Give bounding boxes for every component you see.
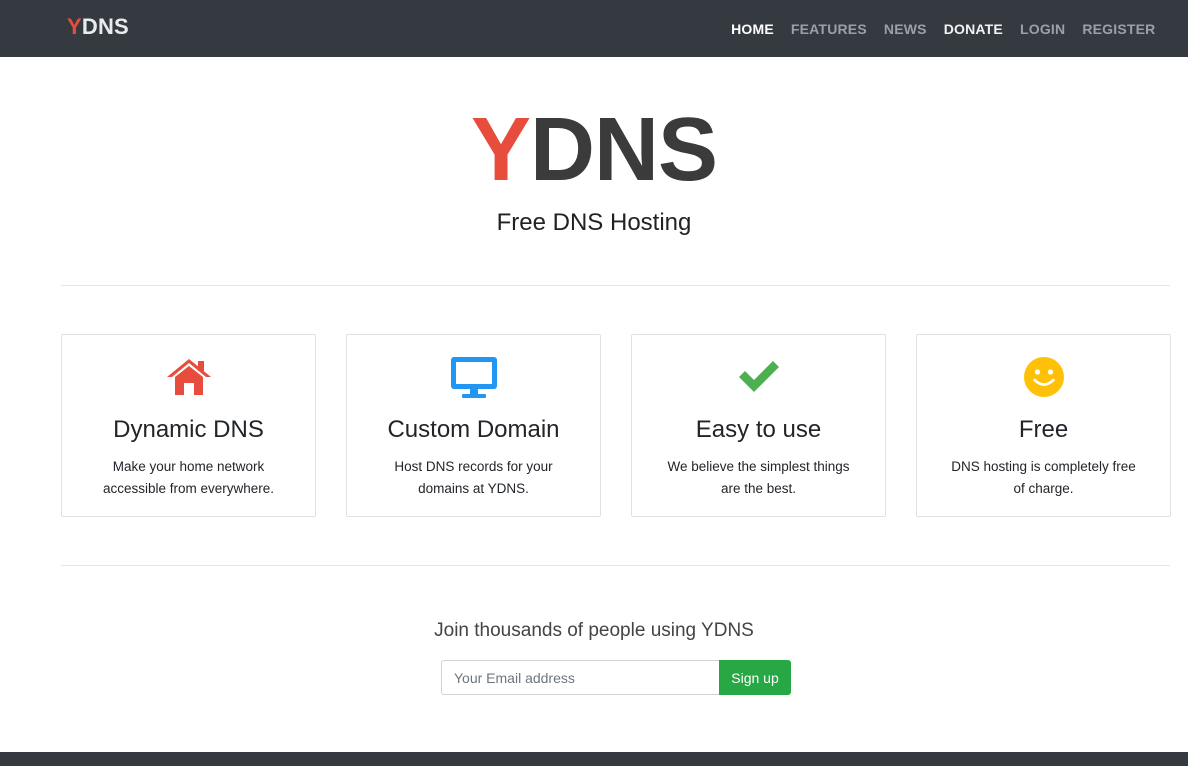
email-input[interactable] xyxy=(441,660,719,695)
hero-logo-y: Y xyxy=(470,100,531,200)
nav-donate-link[interactable]: DONATE xyxy=(935,21,1011,37)
feature-cards: Dynamic DNS Make your home network acces… xyxy=(61,334,1171,517)
nav-news-link[interactable]: NEWS xyxy=(875,21,935,37)
feature-description: Host DNS records for your domains at YDN… xyxy=(394,459,553,496)
feature-title: Easy to use xyxy=(695,416,822,443)
check-icon xyxy=(632,355,885,399)
hero-subtitle: Free DNS Hosting xyxy=(496,209,692,236)
footer xyxy=(0,752,1188,766)
brand-letters-dns: DNS xyxy=(81,14,129,39)
feature-description: Make your home network accessible from e… xyxy=(102,459,275,496)
smiley-icon xyxy=(917,355,1170,399)
monitor-icon xyxy=(347,355,600,399)
nav-links: HOME FEATURES NEWS DONATE LOGIN REGISTER xyxy=(723,0,1164,57)
feature-title: Dynamic DNS xyxy=(113,416,264,443)
feature-title: Custom Domain xyxy=(387,416,560,443)
brand-letter-y: Y xyxy=(67,14,82,39)
feature-title: Free xyxy=(1018,416,1069,443)
nav-home-link[interactable]: HOME xyxy=(723,21,783,37)
home-icon xyxy=(62,355,315,399)
feature-card-free: Free DNS hosting is completely free of c… xyxy=(916,334,1171,517)
brand-logo-link[interactable]: YDNS xyxy=(67,14,129,40)
feature-description: DNS hosting is completely free of charge… xyxy=(951,459,1136,496)
feature-card-dynamic-dns: Dynamic DNS Make your home network acces… xyxy=(61,334,316,517)
feature-description: We believe the simplest things are the b… xyxy=(667,459,850,496)
signup-button[interactable]: Sign up xyxy=(719,660,791,695)
hero-logo: YDNS xyxy=(0,102,1188,198)
feature-card-easy-to-use: Easy to use We believe the simplest thin… xyxy=(631,334,886,517)
divider-bottom xyxy=(61,565,1170,566)
divider-top xyxy=(61,285,1170,286)
signup-heading: Join thousands of people using YDNS xyxy=(434,620,754,641)
nav-register-link[interactable]: REGISTER xyxy=(1074,21,1164,37)
feature-card-custom-domain: Custom Domain Host DNS records for your … xyxy=(346,334,601,517)
nav-login-link[interactable]: LOGIN xyxy=(1011,21,1073,37)
signup-form: Sign up xyxy=(441,660,791,695)
nav-features-link[interactable]: FEATURES xyxy=(782,21,875,37)
top-navbar: YDNS HOME FEATURES NEWS DONATE LOGIN REG… xyxy=(0,0,1188,57)
hero-logo-dns: DNS xyxy=(530,100,718,200)
